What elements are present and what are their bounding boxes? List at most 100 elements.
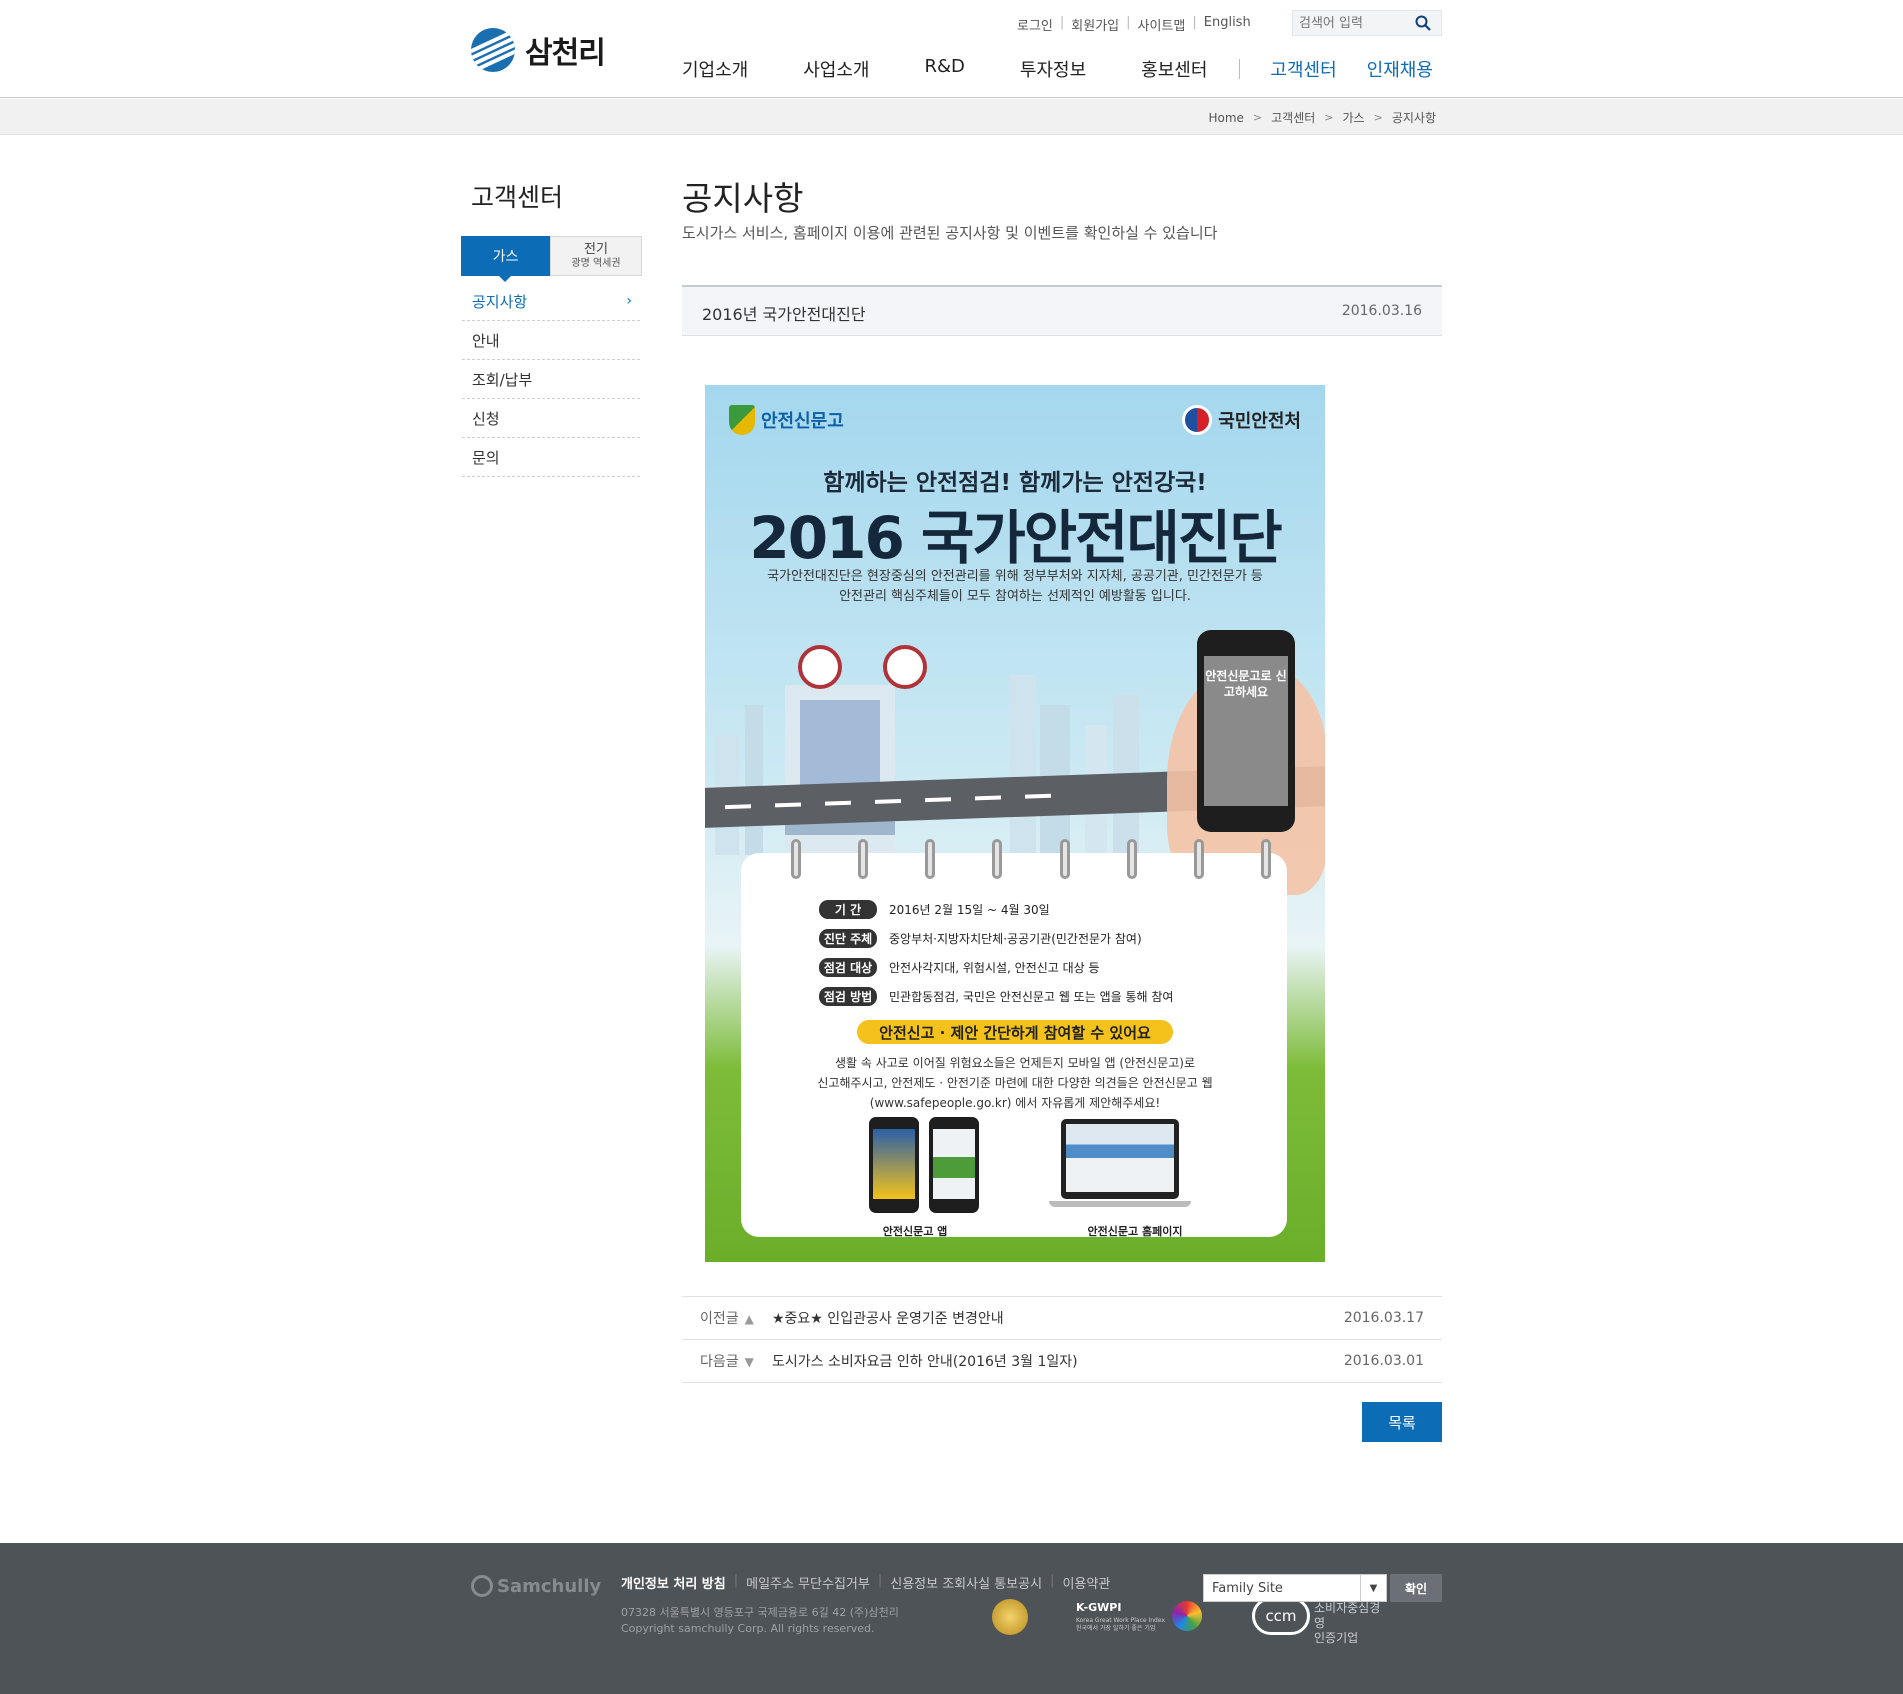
main-nav: 기업소개 사업소개 R&D 투자정보 홍보센터 고객센터 인재채용 — [682, 56, 1433, 82]
chevron-down-icon[interactable]: ▼ — [1360, 1575, 1386, 1601]
poster-info-row: 점검 대상 안전사각지대, 위험시설, 안전신고 대상 등 — [819, 953, 1259, 982]
poster-intro-line: 안전관리 핵심주체들이 모두 참여하는 선제적인 예방활동 입니다. — [839, 589, 1191, 604]
search-box — [1292, 10, 1442, 36]
footer-address: 07328 서울특별시 영등포구 국제금융로 6길 42 (주)삼천리 Copy… — [621, 1605, 899, 1637]
poster-body-line: (www.safepeople.go.kr) 에서 자유롭게 제안해주세요! — [869, 1096, 1161, 1110]
sidebar-tabs: 가스 전기 광명 역세권 — [461, 236, 642, 282]
family-site-label: Family Site — [1212, 1580, 1283, 1596]
post-navigation: 이전글 ▲ ★중요★ 인입관공사 운영기준 변경안내 2016.03.17 다음글… — [682, 1296, 1442, 1383]
breadcrumb-current: 공지사항 — [1391, 111, 1436, 125]
copyright-text: Copyright samchully Corp. All rights res… — [621, 1622, 875, 1635]
chevron-right-icon: > — [1373, 111, 1383, 124]
ministry-logo: 국민안전처 — [1182, 405, 1301, 435]
taegeuk-icon — [1182, 405, 1213, 435]
nav-company[interactable]: 기업소개 — [682, 56, 748, 82]
poster-body: 생활 속 사고로 이어질 위험요소들은 언제든지 모바일 앱 (안전신문고)로 … — [785, 1053, 1245, 1113]
chevron-right-icon: > — [1252, 111, 1263, 124]
poster-logo-left-text: 안전신문고 — [761, 411, 844, 432]
triangle-down-icon: ▼ — [744, 1355, 754, 1369]
nav-recruit[interactable]: 인재채용 — [1367, 56, 1433, 82]
privacy-policy-link[interactable]: 개인정보 처리 방침 — [621, 1573, 726, 1592]
sitemap-link[interactable]: 사이트맵 — [1138, 15, 1186, 34]
notice-poster-image: 안전신문고 국민안전처 함께하는 안전점검! 함께가는 안전강국! 2016 국… — [705, 385, 1325, 1262]
footer-logo-text: Samchully — [497, 1575, 602, 1597]
safety-report-logo: 안전신문고 — [729, 405, 844, 435]
signup-link[interactable]: 회원가입 — [1071, 15, 1119, 34]
chevron-right-icon: > — [1324, 111, 1334, 124]
list-button[interactable]: 목록 — [1362, 1402, 1442, 1442]
tab-electric[interactable]: 전기 광명 역세권 — [550, 236, 642, 276]
poster-intro: 국가안전대진단은 현장중심의 안전관리를 위해 정부부처와 지자체, 공공기관,… — [755, 567, 1275, 607]
kgwpi-title: K-GWPI — [1076, 1601, 1122, 1614]
nav-customer[interactable]: 고객센터 — [1270, 56, 1336, 82]
sidebar-item-guide[interactable]: 안내 — [462, 321, 640, 360]
poster-logo-right-text: 국민안전처 — [1218, 411, 1301, 432]
caption-web: 안전신문고 홈페이지 — [1087, 1225, 1183, 1238]
breadcrumb-gas[interactable]: 가스 — [1343, 109, 1365, 126]
info-text: 민관합동점검, 국민은 안전신문고 웹 또는 앱을 통해 참여 — [889, 990, 1174, 1004]
sidebar-item-label: 공지사항 — [472, 292, 528, 311]
poster-banner: 안전신고 · 제안 간단하게 참여할 수 있어요 — [857, 1020, 1173, 1044]
login-link[interactable]: 로그인 — [1017, 15, 1053, 34]
site-header: 삼천리 로그인| 회원가입| 사이트맵| English 기업소개 사업소개 R… — [0, 0, 1903, 98]
breadcrumb-home[interactable]: Home — [1208, 111, 1243, 125]
tab-gas[interactable]: 가스 — [461, 236, 550, 282]
next-post-title[interactable]: 도시가스 소비자요금 인하 안내(2016년 3월 1일자) — [772, 1351, 1078, 1371]
sidebar-item-label: 조회/납부 — [472, 370, 533, 389]
poster-body-line: 신고해주시고, 안전제도 · 안전기준 마련에 대한 다양한 의견들은 안전신문… — [817, 1076, 1213, 1090]
award-badges: K-GWPI Korea Great Work Place Index 한국에서… — [990, 1597, 1390, 1645]
info-label: 기 간 — [819, 900, 877, 919]
terms-link[interactable]: 이용약관 — [1062, 1573, 1110, 1592]
caption-app: 안전신문고 앱 — [882, 1225, 948, 1238]
sidebar-item-inquiry[interactable]: 문의 — [462, 438, 640, 477]
prev-label-text: 이전글 — [700, 1311, 739, 1327]
poster-title: 2016 국가안전대진단 — [749, 504, 1282, 572]
address-text: 07328 서울특별시 영등포구 국제금융로 6길 42 (주)삼천리 — [621, 1606, 899, 1619]
poster-info-row: 기 간 2016년 2월 15일 ~ 4월 30일 — [819, 895, 1259, 924]
next-label-text: 다음글 — [700, 1354, 739, 1370]
mobile-app-phone — [869, 1117, 919, 1213]
mobile-app-phone — [929, 1117, 979, 1213]
laptop-website — [1049, 1119, 1191, 1209]
english-link[interactable]: English — [1204, 15, 1251, 34]
breadcrumb: Home > 고객센터 > 가스 > 공지사항 — [1208, 109, 1436, 126]
kgwpi-subtitle: Korea Great Work Place Index 한국에서 가장 일하기… — [1076, 1617, 1166, 1632]
ccm-text-line: 인증기업 — [1314, 1631, 1359, 1645]
page-title: 공지사항 — [682, 179, 804, 218]
search-icon[interactable] — [1409, 11, 1437, 35]
breadcrumb-customer[interactable]: 고객센터 — [1271, 109, 1315, 126]
sidebar-item-label: 문의 — [472, 448, 500, 467]
prev-label: 이전글 ▲ — [682, 1308, 772, 1328]
phone-screen-text: 안전신문고로 신고하세요 — [1204, 656, 1288, 806]
next-post-row[interactable]: 다음글 ▼ 도시가스 소비자요금 인하 안내(2016년 3월 1일자) 2016… — [682, 1340, 1442, 1383]
poster-info-row: 점검 방법 민관합동점검, 국민은 안전신문고 웹 또는 앱을 통해 참여 — [819, 982, 1259, 1011]
sidebar-item-apply[interactable]: 신청 — [462, 399, 640, 438]
info-label: 점검 방법 — [819, 987, 877, 1006]
nav-investor[interactable]: 투자정보 — [1020, 56, 1086, 82]
nav-pr[interactable]: 홍보센터 — [1141, 56, 1207, 82]
sidebar-item-notice[interactable]: 공지사항 › — [462, 282, 640, 321]
family-site-confirm-button[interactable]: 확인 — [1390, 1574, 1442, 1602]
prev-post-row[interactable]: 이전글 ▲ ★중요★ 인입관공사 운영기준 변경안내 2016.03.17 — [682, 1297, 1442, 1340]
kgwpi-star-icon — [1172, 1601, 1202, 1631]
nav-rnd[interactable]: R&D — [925, 56, 965, 82]
nav-business[interactable]: 사업소개 — [803, 56, 869, 82]
gold-award-icon — [992, 1599, 1028, 1635]
tab-electric-sub: 광명 역세권 — [571, 257, 621, 269]
next-label: 다음글 ▼ — [682, 1351, 772, 1371]
site-footer: Samchully 개인정보 처리 방침 | 메일주소 무단수집거부 | 신용정보 … — [0, 1543, 1903, 1694]
sidebar-item-billing[interactable]: 조회/납부 — [462, 360, 640, 399]
credit-info-link[interactable]: 신용정보 조회사실 통보공시 — [890, 1573, 1042, 1592]
prev-post-title[interactable]: ★중요★ 인입관공사 운영기준 변경안내 — [772, 1308, 1004, 1328]
sidebar-title: 고객센터 — [471, 183, 564, 212]
search-input[interactable] — [1293, 15, 1409, 31]
family-site-select[interactable]: Family Site ▼ — [1203, 1574, 1387, 1602]
post-date: 2016.03.16 — [1341, 303, 1422, 319]
poster-info-row: 진단 주체 중앙부처·지방자치단체·공공기관(민간전문가 참여) — [819, 924, 1259, 953]
email-refusal-link[interactable]: 메일주소 무단수집거부 — [746, 1573, 870, 1592]
page-description: 도시가스 서비스, 홈페이지 이용에 관련된 공지사항 및 이벤트를 확인하실 … — [682, 224, 1218, 242]
site-logo[interactable]: 삼천리 — [471, 28, 606, 72]
ccm-text-line: 소비자중심경영 — [1314, 1601, 1381, 1630]
poster-body-line: 생활 속 사고로 이어질 위험요소들은 언제든지 모바일 앱 (안전신문고)로 — [834, 1056, 1196, 1070]
tab-electric-label: 전기 — [584, 241, 608, 257]
